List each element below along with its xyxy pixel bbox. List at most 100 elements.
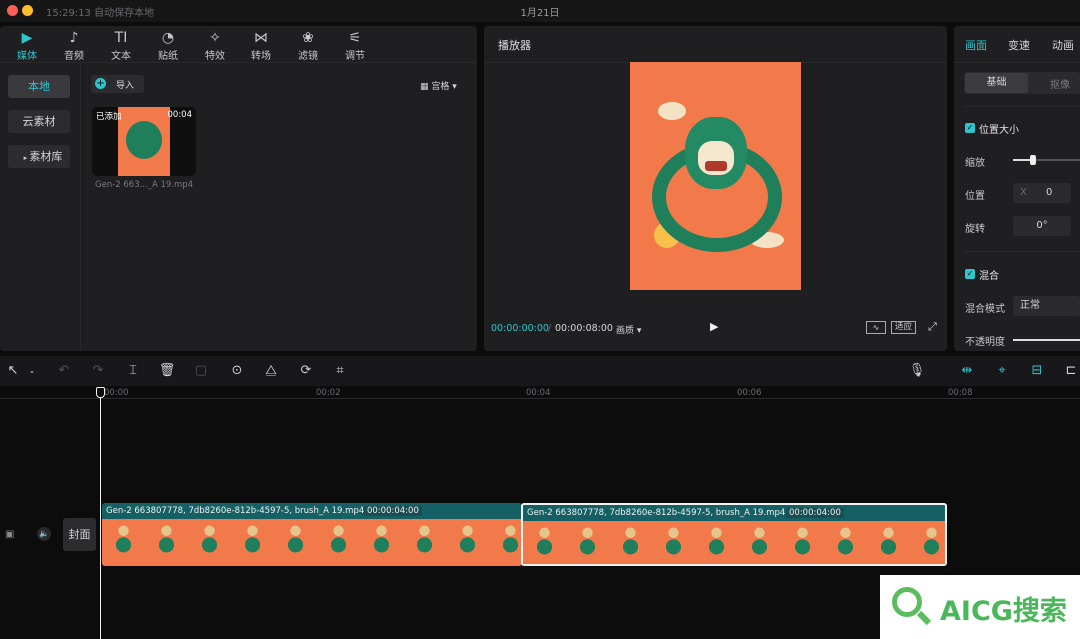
preview-canvas[interactable]: [630, 62, 801, 290]
chevron-down-icon[interactable]: ⌄: [22, 361, 42, 381]
tab-transition[interactable]: ⋈ 转场: [244, 30, 278, 62]
tab-label: 贴纸: [158, 51, 178, 62]
playhead-line[interactable]: [100, 398, 101, 639]
subtab-matte[interactable]: 抠像: [1050, 76, 1070, 91]
total-timecode: 00:00:08:00: [555, 323, 613, 334]
split-icon[interactable]: ⌶: [123, 361, 143, 381]
opacity-slider[interactable]: [1013, 339, 1080, 341]
position-x-value: 0: [1046, 187, 1053, 198]
watermark-logo: AICG搜索: [880, 575, 1080, 639]
transition-icon: ⋈: [254, 30, 268, 46]
media-filename: Gen-2 663..._A 19.mp4: [95, 180, 194, 190]
rotate-input[interactable]: 0°: [1013, 216, 1071, 236]
tab-adjust[interactable]: ⚟ 调节: [338, 30, 372, 62]
tab-label: 媒体: [17, 51, 37, 62]
added-badge: 已添加: [96, 112, 122, 122]
plus-icon: +: [95, 78, 106, 89]
current-timecode: 00:00:00:00: [491, 323, 549, 334]
sticker-icon: ◔: [161, 30, 175, 46]
magnifier-handle: [916, 610, 932, 626]
blend-mode-label: 混合模式: [965, 304, 1005, 315]
play-icon[interactable]: ▶: [710, 320, 718, 333]
link-icon[interactable]: ⇹: [957, 361, 977, 381]
cloud-shape: [658, 102, 686, 120]
tab-effects[interactable]: ✧ 特效: [198, 30, 232, 62]
tab-picture[interactable]: 画面: [965, 37, 987, 53]
magnifier-icon: [892, 587, 922, 617]
media-thumbnail[interactable]: 已添加 00:04: [92, 107, 196, 176]
cover-button[interactable]: 封面: [63, 518, 96, 551]
side-cloud[interactable]: 云素材: [8, 110, 70, 133]
divider: [0, 62, 477, 63]
mirror-icon[interactable]: ⧋: [261, 361, 281, 381]
blend-mode-select[interactable]: 正常: [1013, 296, 1080, 316]
scale-label: 缩放: [965, 158, 985, 169]
ruler-tick: 00:02: [316, 388, 341, 398]
import-button[interactable]: + 导入: [91, 75, 144, 93]
ruler-tick: 00:08: [948, 388, 973, 398]
freeze-icon[interactable]: ▢: [191, 361, 211, 381]
rotate-icon[interactable]: ⟳: [296, 361, 316, 381]
subtab-basic[interactable]: 基础: [965, 73, 1028, 93]
fit-button[interactable]: 适应: [891, 321, 917, 334]
preview-axis-icon[interactable]: ⊟: [1027, 361, 1047, 381]
text-icon: TI: [114, 30, 128, 46]
crop-icon[interactable]: ⌗: [330, 361, 350, 381]
snap-icon[interactable]: ⌖: [992, 361, 1012, 381]
clip-duration: 00:00:04:00: [786, 508, 844, 518]
pos-size-checkbox[interactable]: ✓: [965, 123, 975, 133]
track-mute-icon[interactable]: 🔈: [37, 527, 51, 541]
ruler-tick: 00:00: [104, 388, 129, 398]
position-x-input[interactable]: X 0: [1013, 183, 1071, 203]
undo-icon[interactable]: ↶: [54, 361, 74, 381]
waveform-icon[interactable]: ∿: [866, 321, 886, 334]
side-local[interactable]: 本地: [8, 75, 70, 98]
watermark-text: AICG搜索: [940, 596, 1067, 627]
tab-label: 特效: [205, 51, 225, 62]
timeline-clip-selected[interactable]: Gen-2 663807778, 7db8260e-812b-4597-5, b…: [521, 503, 947, 566]
fullscreen-icon[interactable]: ⤢: [928, 320, 937, 334]
audio-icon: ♪: [69, 30, 79, 46]
redo-icon[interactable]: ↷: [88, 361, 108, 381]
tab-media[interactable]: ▶ 媒体: [10, 30, 44, 62]
scale-slider[interactable]: [1013, 155, 1080, 165]
opacity-label: 不透明度: [965, 337, 1005, 348]
chevron-down-icon: ▾: [634, 326, 642, 336]
blend-checkbox[interactable]: ✓: [965, 269, 975, 279]
tab-filter[interactable]: ❀ 滤镜: [291, 30, 325, 62]
timecode-separator: /: [548, 323, 552, 334]
subtab-bar: 基础 抠像: [964, 72, 1080, 94]
project-title: 1月21日: [520, 8, 560, 19]
rotate-label: 旋转: [965, 224, 985, 235]
position-label: 位置: [965, 191, 985, 202]
tab-audio[interactable]: ♪ 音频: [57, 30, 91, 62]
view-mode-label: 宫格: [431, 82, 450, 92]
tab-sticker[interactable]: ◔ 贴纸: [151, 30, 185, 62]
tab-animation[interactable]: 动画: [1052, 37, 1074, 53]
x-axis-label: X: [1020, 187, 1027, 198]
filter-icon: ❀: [302, 30, 314, 46]
track-visibility-icon[interactable]: ▣: [5, 529, 14, 540]
quality-dropdown[interactable]: 画质 ▾: [616, 323, 641, 336]
tab-speed[interactable]: 变速: [1008, 37, 1030, 53]
scale-slider-handle[interactable]: [1030, 155, 1037, 165]
clip-filmstrip: [102, 519, 522, 566]
select-cursor-icon[interactable]: ↖: [3, 361, 23, 381]
delete-icon[interactable]: 🗑: [157, 361, 177, 381]
reverse-icon[interactable]: ⊙: [227, 361, 247, 381]
dragon-head-shape: [685, 117, 747, 189]
playhead-handle[interactable]: [96, 387, 105, 398]
opacity-slider-fill: [1013, 339, 1080, 341]
zoom-fit-icon[interactable]: ⊏: [1061, 361, 1080, 381]
quality-label: 画质: [616, 326, 635, 336]
side-library[interactable]: ▸ 素材库: [8, 145, 70, 168]
timeline-clip[interactable]: Gen-2 663807778, 7db8260e-812b-4597-5, b…: [102, 503, 522, 566]
microphone-icon[interactable]: 🎙: [907, 361, 927, 381]
effects-icon: ✧: [209, 30, 221, 46]
adjust-icon: ⚟: [348, 30, 362, 46]
ruler-tick: 00:04: [526, 388, 551, 398]
tab-text[interactable]: TI 文本: [104, 30, 138, 62]
view-mode-dropdown[interactable]: ▦ 宫格 ▾: [420, 79, 457, 92]
clip-name: Gen-2 663807778, 7db8260e-812b-4597-5, b…: [106, 506, 365, 516]
clip-filmstrip: [523, 521, 945, 564]
